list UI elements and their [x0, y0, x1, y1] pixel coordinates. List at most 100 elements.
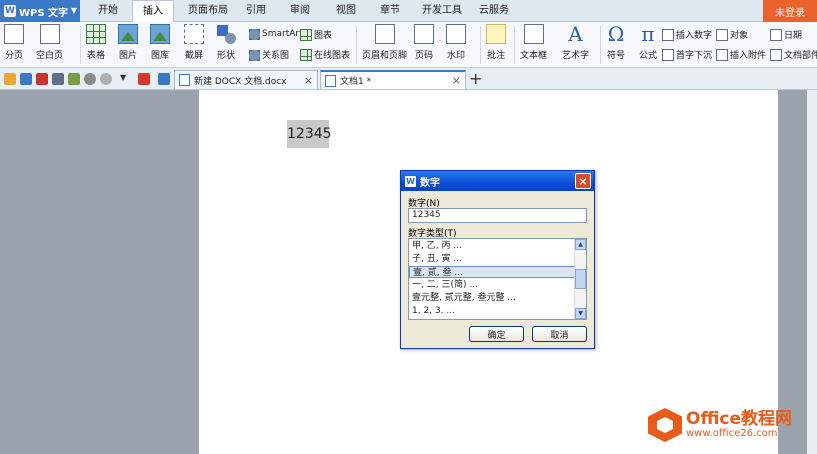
- list-item[interactable]: 1, 2, 3. ...: [409, 305, 575, 317]
- wps-home-icon[interactable]: [138, 73, 150, 85]
- close-button[interactable]: ×: [575, 173, 591, 189]
- vertical-scrollbar[interactable]: [807, 90, 817, 454]
- doc-tab-label: 文档1 *: [340, 77, 372, 87]
- export-pdf-icon[interactable]: [36, 73, 48, 85]
- watermark-button[interactable]: 水印: [446, 24, 466, 61]
- list-scrollbar[interactable]: ▲ ▼: [574, 239, 586, 319]
- number-dialog: W 数字 × 数字(N) 12345 数字类型(T) 甲, 乙, 丙 ... 子…: [400, 170, 595, 349]
- shapes-button[interactable]: 形状: [216, 24, 236, 61]
- new-tab-button[interactable]: +: [469, 69, 482, 88]
- page-number-label: 页码: [414, 51, 433, 61]
- relation-button[interactable]: 关系图: [248, 48, 289, 61]
- header-footer-button[interactable]: 页眉和页脚: [362, 24, 407, 61]
- gallery-label: 图库: [150, 51, 169, 61]
- site-watermark: Office教程网 www.office26.com: [648, 402, 812, 448]
- wordart-button[interactable]: A 艺术字: [562, 24, 589, 61]
- symbol-button[interactable]: Ω 符号: [606, 24, 626, 61]
- chevron-down-icon: ▼: [70, 6, 77, 15]
- doc-parts-icon: [770, 48, 782, 61]
- divider: [80, 26, 81, 64]
- document-icon: [325, 74, 336, 87]
- scroll-up-icon[interactable]: ▲: [575, 239, 586, 250]
- cancel-button[interactable]: 取消: [532, 326, 587, 342]
- document-icon: [179, 74, 190, 86]
- smartart-label: SmartArt: [262, 29, 303, 39]
- tab-page-layout[interactable]: 页面布局: [180, 0, 236, 22]
- dialog-title-bar[interactable]: W 数字 ×: [401, 171, 594, 191]
- drop-cap-button[interactable]: 首字下沉: [662, 48, 712, 61]
- wps-logo-icon: W: [4, 5, 16, 17]
- watermark-label: 水印: [446, 51, 465, 61]
- gallery-button[interactable]: 图库: [150, 24, 170, 61]
- number-type-list[interactable]: 甲, 乙, 丙 ... 子, 丑, 寅 ... 壹, 贰, 叁 ... 一, 二…: [408, 238, 587, 320]
- attachment-icon: [716, 48, 728, 61]
- login-button[interactable]: 未登录: [763, 0, 817, 22]
- list-item[interactable]: 一, 二, 三(简) ...: [409, 279, 575, 291]
- object-button[interactable]: 对象: [716, 28, 748, 41]
- formula-button[interactable]: π 公式: [638, 24, 658, 61]
- smartart-button[interactable]: SmartArt: [248, 28, 303, 40]
- date-button[interactable]: 日期: [770, 28, 802, 41]
- wordart-label: 艺术字: [562, 51, 590, 61]
- object-icon: [716, 28, 728, 41]
- quick-toolbar: ▼ 新建 DOCX 文档.docx × 文档1 * × +: [0, 68, 817, 90]
- blank-page-button[interactable]: 空白页: [36, 24, 63, 61]
- list-item[interactable]: 子, 丑, 寅 ...: [409, 253, 575, 265]
- tab-review[interactable]: 审阅: [284, 0, 316, 22]
- tab-insert[interactable]: 插入: [132, 0, 174, 23]
- cloud-docs-icon[interactable]: [158, 73, 170, 85]
- page-break-button[interactable]: 分页: [4, 24, 24, 61]
- comment-label: 批注: [486, 51, 505, 61]
- screenshot-button[interactable]: 截屏: [184, 24, 204, 61]
- doc-tab-document1[interactable]: 文档1 * ×: [320, 70, 466, 89]
- doc-parts-button[interactable]: 文档部件: [770, 48, 817, 61]
- page-number-button[interactable]: 页码: [414, 24, 434, 61]
- doc-tab-new-docx[interactable]: 新建 DOCX 文档.docx ×: [174, 70, 318, 89]
- number-input[interactable]: 12345: [408, 208, 587, 223]
- ribbon: 分页 空白页 表格 图片 图库 截屏 形状 SmartArt 关系图 图表 在线…: [0, 22, 817, 68]
- redo-icon[interactable]: [100, 73, 112, 85]
- close-icon[interactable]: ×: [304, 74, 313, 87]
- list-item[interactable]: 甲, 乙, 丙 ...: [409, 240, 575, 252]
- object-label: 对象: [730, 31, 749, 41]
- chart-icon: [300, 28, 312, 41]
- ok-button[interactable]: 确定: [469, 326, 524, 342]
- tab-chapter[interactable]: 章节: [374, 0, 406, 22]
- print-icon[interactable]: [52, 73, 64, 85]
- tab-developer[interactable]: 开发工具: [418, 0, 466, 22]
- picture-icon: [118, 24, 138, 44]
- page-number-icon: [414, 24, 434, 44]
- app-menu-button[interactable]: W WPS 文字 ▼: [0, 0, 80, 22]
- chart-button[interactable]: 图表: [300, 28, 332, 41]
- comment-button[interactable]: 批注: [486, 24, 506, 61]
- save-icon[interactable]: [20, 73, 32, 85]
- divider: [480, 26, 481, 64]
- table-label: 表格: [86, 51, 105, 61]
- blank-page-icon: [39, 24, 60, 44]
- close-icon[interactable]: ×: [452, 74, 461, 87]
- table-button[interactable]: 表格: [86, 24, 106, 61]
- list-item[interactable]: 壹元整, 贰元整, 叁元整 ...: [409, 292, 575, 304]
- picture-button[interactable]: 图片: [118, 24, 138, 61]
- online-chart-button[interactable]: 在线图表: [300, 48, 350, 61]
- tab-references[interactable]: 引用: [240, 0, 272, 22]
- watermark-title: Office教程网: [686, 409, 793, 429]
- scroll-down-icon[interactable]: ▼: [575, 308, 586, 319]
- selected-text[interactable]: 12345: [287, 120, 332, 148]
- app-title: WPS 文字: [19, 7, 69, 19]
- insert-number-button[interactable]: 插入数字: [662, 28, 712, 41]
- drop-cap-icon: [662, 48, 674, 61]
- list-item-selected[interactable]: 壹, 贰, 叁 ...: [409, 266, 575, 278]
- print-preview-icon[interactable]: [68, 73, 80, 85]
- tab-start[interactable]: 开始: [90, 0, 126, 22]
- chevron-down-icon[interactable]: ▼: [120, 73, 132, 85]
- textbox-button[interactable]: 文本框: [520, 24, 547, 61]
- scroll-thumb[interactable]: [575, 269, 586, 289]
- tab-view[interactable]: 视图: [330, 0, 362, 22]
- undo-icon[interactable]: [84, 73, 96, 85]
- tab-cloud[interactable]: 云服务: [474, 0, 514, 22]
- divider: [356, 26, 357, 64]
- attachment-label: 插入附件: [730, 51, 767, 61]
- attachment-button[interactable]: 插入附件: [716, 48, 766, 61]
- open-icon[interactable]: [4, 73, 16, 85]
